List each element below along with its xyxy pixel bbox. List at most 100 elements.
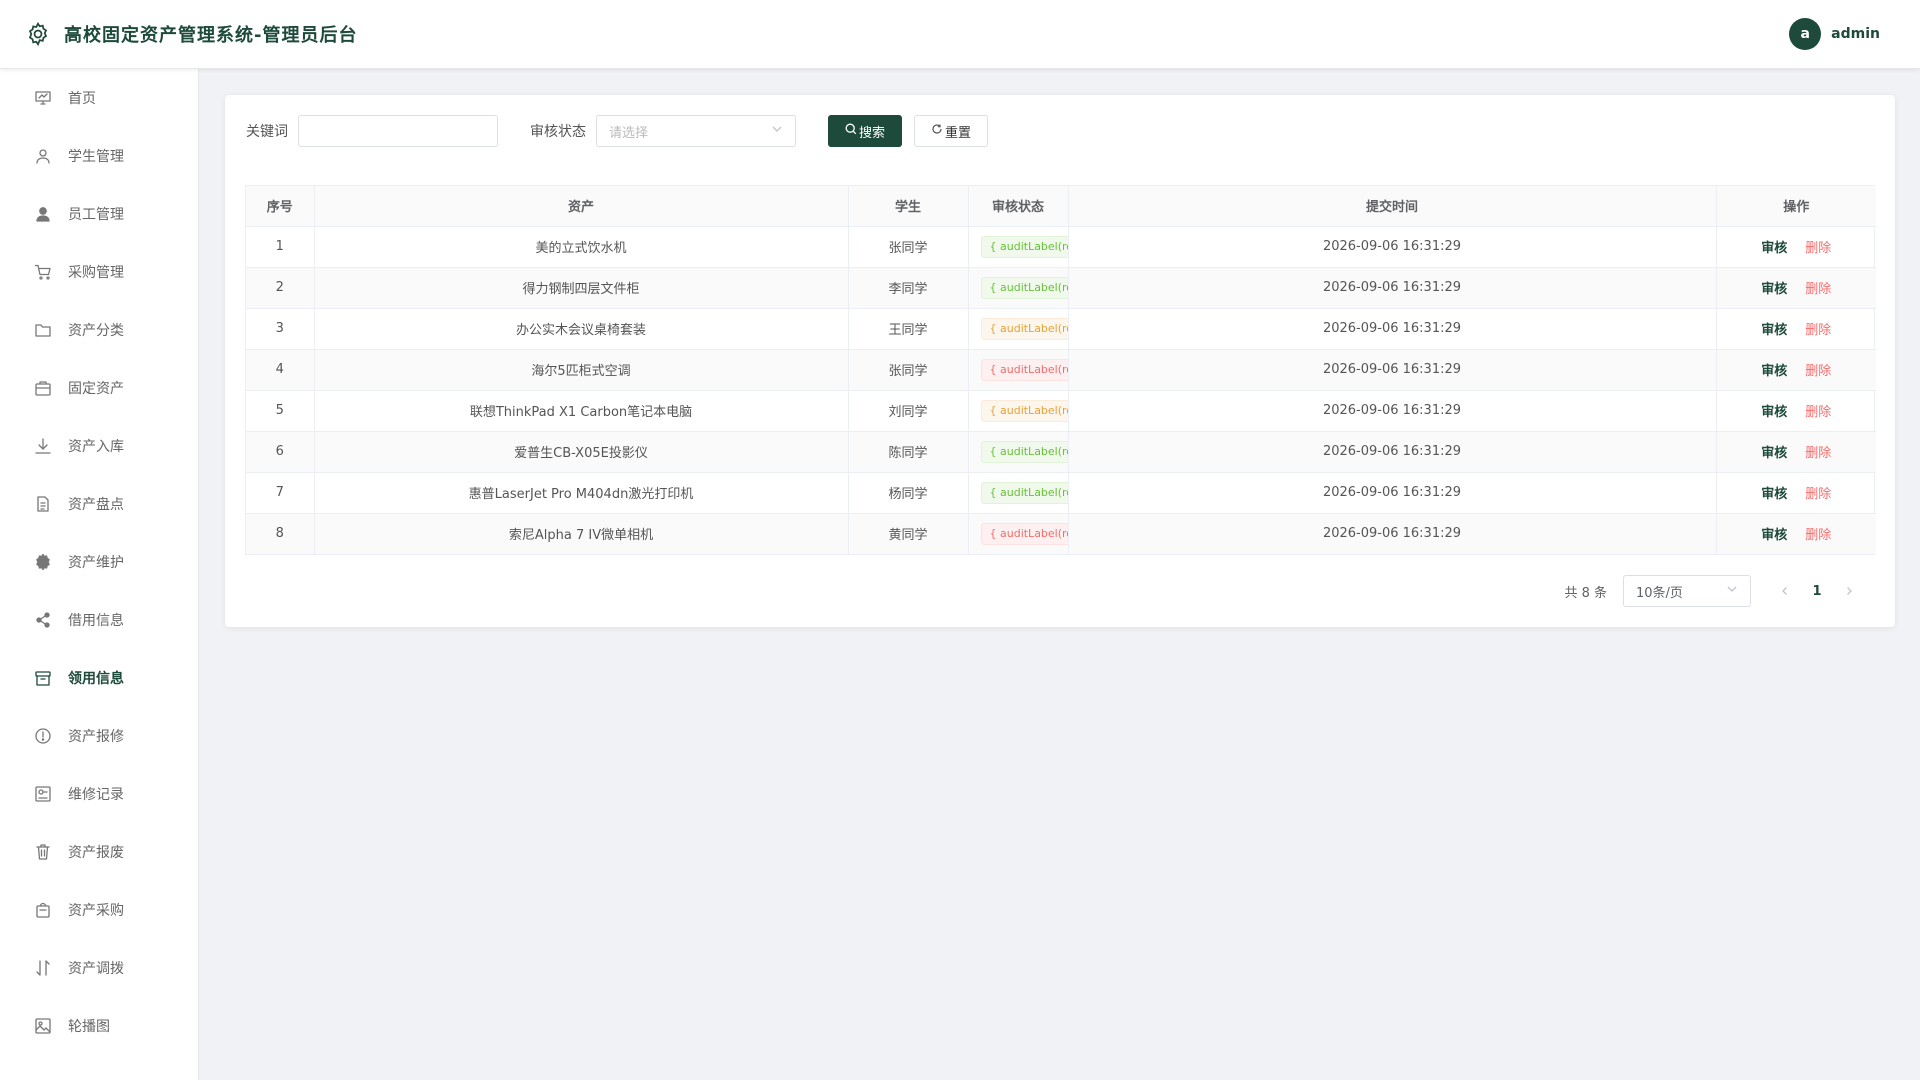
cell-status: { auditLabel(ro (968, 472, 1069, 514)
cell-asset: 得力钢制四层文件柜 (314, 267, 849, 309)
cell-time: 2026-09-06 16:31:29 (1068, 513, 1717, 554)
next-page-icon[interactable] (1835, 577, 1863, 605)
sidebar-item-15[interactable]: 资产采购 (0, 881, 198, 939)
sidebar-item-label: 资产盘点 (68, 497, 124, 513)
audit-button[interactable]: 审核 (1761, 282, 1787, 297)
sort-icon (34, 959, 52, 977)
sidebar-item-8[interactable]: 资产盘点 (0, 475, 198, 533)
user-menu[interactable]: a admin (1789, 18, 1880, 50)
delete-button[interactable]: 删除 (1805, 405, 1831, 420)
search-button-label: 搜索 (858, 125, 885, 141)
cell-asset: 索尼Alpha 7 IV微单相机 (314, 513, 849, 554)
column-header-status: 审核状态 (968, 186, 1069, 227)
cell-student: 黄同学 (848, 513, 969, 554)
status-tag: { auditLabel(ro (980, 235, 1067, 258)
reset-button-label: 重置 (944, 125, 971, 141)
prev-page-icon[interactable] (1771, 577, 1799, 605)
document-icon (34, 495, 52, 513)
sidebar-item-11[interactable]: 领用信息 (0, 649, 198, 707)
audit-button[interactable]: 审核 (1761, 241, 1787, 256)
delete-button[interactable]: 删除 (1805, 282, 1831, 297)
bag-icon (34, 901, 52, 919)
sidebar-item-4[interactable]: 采购管理 (0, 243, 198, 301)
sidebar-item-12[interactable]: 资产报修 (0, 707, 198, 765)
cell-student: 王同学 (848, 308, 969, 350)
user-icon (34, 147, 52, 165)
table-body: 1 美的立式饮水机 张同学{ auditLabel(ro 2026-09-06 16:… (246, 226, 1876, 554)
sidebar-item-2[interactable]: 学生管理 (0, 127, 198, 185)
sidebar-item-label: 资产采购 (68, 903, 124, 919)
avatar[interactable]: a (1789, 18, 1822, 50)
cell-actions: 审核 删除 (1716, 390, 1876, 432)
audit-button[interactable]: 审核 (1761, 528, 1787, 543)
delete-button[interactable]: 删除 (1805, 528, 1831, 543)
sidebar-item-1[interactable]: 首页 (0, 69, 198, 127)
search-icon (845, 123, 857, 139)
audit-button[interactable]: 审核 (1761, 364, 1787, 379)
cell-status: { auditLabel(ro (968, 308, 1069, 350)
chevron-down-icon (771, 123, 783, 139)
delete-button[interactable]: 删除 (1805, 487, 1831, 502)
sidebar-item-7[interactable]: 资产入库 (0, 417, 198, 475)
status-tag: { auditLabel(ro (980, 481, 1067, 504)
cell-time: 2026-09-06 16:31:29 (1068, 472, 1717, 514)
sidebar-item-label: 领用信息 (68, 671, 124, 687)
delete-button[interactable]: 删除 (1805, 323, 1831, 338)
cell-status: { auditLabel(ro (968, 390, 1069, 432)
sidebar-item-label: 首页 (68, 91, 96, 107)
cell-asset: 爱普生CB-X05E投影仪 (314, 431, 849, 473)
status-label: 审核状态 (530, 124, 586, 140)
reset-button[interactable]: 重置 (914, 115, 988, 147)
sidebar-item-14[interactable]: 资产报废 (0, 823, 198, 881)
sidebar-item-9[interactable]: 资产维护 (0, 533, 198, 591)
table-row: 5 联想ThinkPad X1 Carbon笔记本电脑 刘同学 { auditLabe… (246, 390, 1876, 432)
audit-button[interactable]: 审核 (1761, 446, 1787, 461)
page-size-select[interactable]: 10条/页 (1623, 575, 1751, 607)
cell-student: 陈同学 (848, 431, 969, 473)
status-tag: { auditLabel(ro (980, 522, 1067, 545)
delete-button[interactable]: 删除 (1805, 364, 1831, 379)
table-header-row: 序号 资产 学生 审核状态 提交时间 操作 (246, 186, 1876, 227)
cell-actions: 审核 删除 (1716, 513, 1876, 554)
table-row: 2 得力钢制四层文件柜 李同学 { auditLabel(ro 2026-09-06 1… (246, 267, 1876, 309)
cell-time: 2026-09-06 16:31:29 (1068, 267, 1717, 309)
audit-button[interactable]: 审核 (1761, 487, 1787, 502)
status-tag: { auditLabel(ro (980, 317, 1067, 340)
cell-student: 刘同学 (848, 390, 969, 432)
status-tag: { auditLabel(ro (980, 276, 1067, 299)
search-button[interactable]: 搜索 (828, 115, 902, 147)
page-size-value: 10条/页 (1636, 585, 1683, 601)
download-icon (34, 437, 52, 455)
username[interactable]: admin (1831, 26, 1880, 42)
cell-time: 2026-09-06 16:31:29 (1068, 390, 1717, 432)
cell-student: 张同学 (848, 349, 969, 391)
delete-button[interactable]: 删除 (1805, 241, 1831, 256)
audit-button[interactable]: 审核 (1761, 323, 1787, 338)
sidebar-item-label: 资产报修 (68, 729, 124, 745)
audit-button[interactable]: 审核 (1761, 405, 1787, 420)
sidebar-item-5[interactable]: 资产分类 (0, 301, 198, 359)
sidebar-item-17[interactable]: 轮播图 (0, 997, 198, 1055)
sidebar-item-16[interactable]: 资产调拨 (0, 939, 198, 997)
delete-button[interactable]: 删除 (1805, 446, 1831, 461)
gear-logo-icon (24, 20, 52, 48)
column-header-student: 学生 (848, 186, 969, 227)
sidebar-item-6[interactable]: 固定资产 (0, 359, 198, 417)
sidebar-item-3[interactable]: 员工管理 (0, 185, 198, 243)
status-tag: { auditLabel(ro (980, 399, 1067, 422)
sidebar-item-13[interactable]: 维修记录 (0, 765, 198, 823)
sidebar-item-10[interactable]: 借用信息 (0, 591, 198, 649)
column-header-index: 序号 (246, 186, 315, 227)
warning-circle-icon (34, 727, 52, 745)
column-header-actions: 操作 (1716, 186, 1876, 227)
keyword-input[interactable] (298, 115, 498, 147)
cell-time: 2026-09-06 16:31:29 (1068, 308, 1717, 350)
status-tag: { auditLabel(ro (980, 440, 1067, 463)
data-table: 序号 资产 学生 审核状态 提交时间 操作 1 美的立式饮水机 张同学 { audit… (245, 185, 1876, 555)
cell-index: 2 (246, 267, 315, 309)
refresh-icon (931, 123, 943, 139)
cell-actions: 审核 删除 (1716, 226, 1876, 268)
status-select[interactable]: 请选择 (596, 115, 796, 147)
page-number[interactable]: 1 (1803, 577, 1831, 605)
cell-status: { auditLabel(ro (968, 513, 1069, 554)
